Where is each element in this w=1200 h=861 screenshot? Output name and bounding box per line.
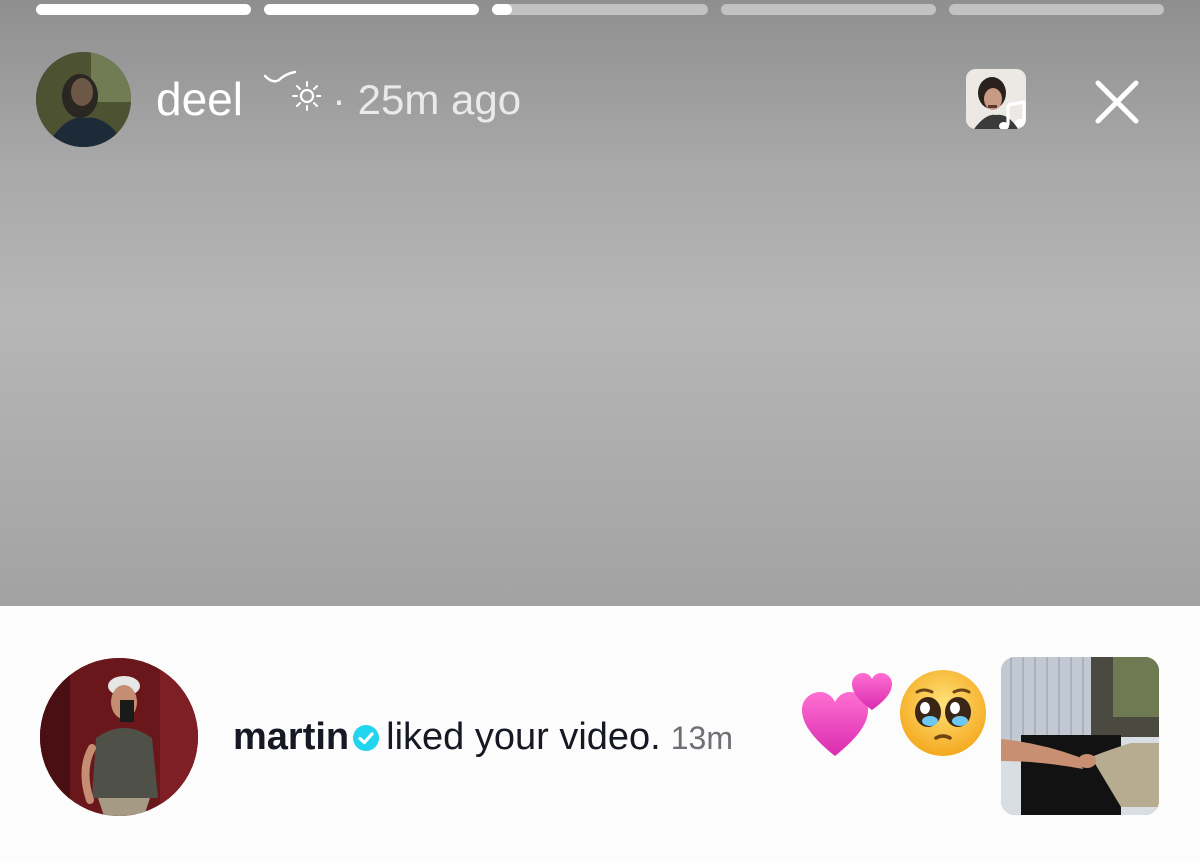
story-author-name[interactable]: deel	[156, 72, 243, 126]
progress-segment	[492, 4, 708, 15]
notification-username[interactable]: martin	[233, 716, 349, 758]
close-button[interactable]	[1094, 79, 1140, 125]
notification-text: martin liked your video. 13m	[233, 716, 733, 759]
progress-segment	[948, 4, 1165, 15]
story-author-avatar[interactable]	[36, 52, 131, 147]
close-icon	[1095, 80, 1139, 124]
verified-badge-icon	[353, 725, 380, 751]
progress-fill	[492, 4, 512, 15]
notification-time: 13m	[670, 720, 733, 756]
progress-fill	[264, 4, 480, 15]
pleading-face-icon	[898, 668, 988, 758]
progress-segment	[720, 4, 936, 15]
music-button[interactable]	[966, 69, 1026, 129]
music-note-icon	[999, 100, 1026, 129]
video-thumbnail[interactable]	[1001, 657, 1159, 815]
story-header: deel · 25m ago	[36, 52, 1164, 148]
story-progress-bar	[36, 4, 1165, 15]
progress-segment	[36, 4, 252, 15]
two-hearts-icon	[800, 664, 895, 759]
story-viewer[interactable]: deel · 25m ago	[0, 0, 1200, 606]
progress-segment	[264, 4, 480, 15]
notification-action: liked your video.	[386, 716, 661, 758]
story-timestamp: · 25m ago	[332, 76, 522, 123]
progress-fill	[36, 4, 252, 15]
activity-notification[interactable]: martin liked your video. 13m	[0, 606, 1200, 861]
bird-sun-icon	[261, 70, 322, 114]
avatar[interactable]	[40, 658, 198, 816]
